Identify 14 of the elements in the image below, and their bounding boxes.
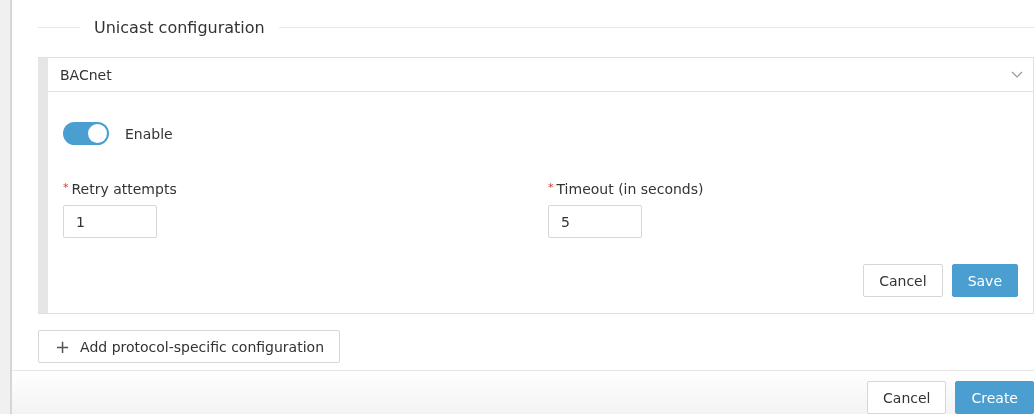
input-field[interactable]: 5 [548,205,642,238]
cancel-button[interactable]: Cancel [867,381,947,414]
add-configuration-button[interactable]: + Add protocol-specific configuration [38,330,341,363]
input-field[interactable]: 1 [63,205,157,238]
enable-toggle[interactable] [63,122,109,145]
section-title: Unicast configuration [94,17,265,37]
field-label: * Retry attempts [63,181,178,197]
field-label: * Timeout (in seconds) [548,181,705,197]
panel-header[interactable]: BACnet [48,58,1033,92]
cancel-button[interactable]: Cancel [863,264,943,297]
toggle-label: Enable [125,125,173,142]
required-mark: * [63,181,69,194]
panel-title: BACnet [60,66,112,83]
required-mark: * [548,181,554,194]
